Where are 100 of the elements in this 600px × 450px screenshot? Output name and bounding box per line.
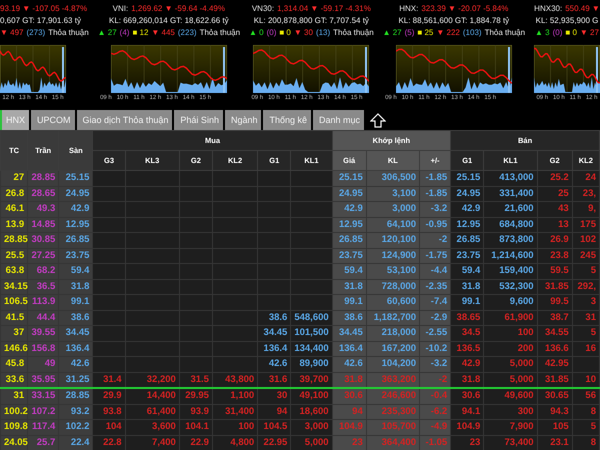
table-cell: 548,600 [290, 310, 332, 326]
tab[interactable]: Danh mục [313, 110, 364, 130]
index-name: HNX30: [534, 3, 562, 15]
volume-text: 0,607 GT: 17,901.63 tỷ [0, 15, 81, 27]
table-cell: 5,000 [484, 356, 538, 372]
table-cell: 136.6 [537, 341, 572, 356]
table-cell: 94 [332, 404, 366, 420]
tab[interactable]: Phái Sinh [174, 110, 223, 130]
table-cell: 4,800 [212, 435, 258, 450]
index-value: ▼ 27 [580, 27, 599, 39]
table-cell: 684,800 [484, 217, 538, 232]
tab[interactable]: HNX [0, 110, 30, 130]
table-cell: 3,600 [125, 420, 180, 435]
table-cell: 413,000 [484, 170, 538, 186]
table-cell: 42.6 [58, 356, 93, 372]
table-cell: 30.6 [450, 388, 484, 404]
table-cell: 53,100 [366, 264, 420, 279]
table-cell: 1,214,600 [484, 248, 538, 264]
table-cell: -2.9 [419, 310, 451, 326]
table-cell: 105,700 [366, 420, 420, 435]
table-cell: 3 [572, 294, 600, 310]
table-cell: -0.95 [419, 217, 451, 232]
table-cell: 146.6 [0, 341, 28, 356]
table-cell: 35.95 [28, 372, 59, 388]
advance-count: ▲ 27 [382, 27, 402, 39]
table-cell: -3.2 [419, 356, 451, 372]
table-cell: 34.55 [537, 326, 572, 341]
table-cell: 14.85 [28, 217, 59, 232]
table-cell: 16 [572, 341, 600, 356]
table-cell: 136.5 [450, 341, 484, 356]
tab[interactable]: Ngành [224, 110, 262, 130]
table-cell: 31.5 [179, 372, 212, 388]
index-name: VN30: [252, 3, 274, 15]
table-cell: 7,900 [484, 420, 538, 435]
table-cell: 120,100 [366, 232, 420, 248]
table-cell: 44.4 [28, 310, 59, 326]
table-cell: 12.95 [332, 217, 366, 232]
table-cell: 26.85 [450, 232, 484, 248]
table-cell: 33.15 [28, 388, 59, 404]
table-cell: 107.2 [28, 404, 59, 420]
table-cell: 38.6 [332, 310, 366, 326]
table-cell: 200 [484, 341, 538, 356]
table-cell: -6.2 [419, 404, 451, 420]
table-cell: 156.8 [28, 341, 59, 356]
table-cell: 94 [258, 404, 291, 420]
table-cell: 64,100 [366, 217, 420, 232]
volume-text: KL: 669,260,014 GT: 18,622.66 tỷ [109, 15, 229, 27]
table-cell: -2 [419, 372, 451, 388]
table-cell: 31.8 [450, 279, 484, 294]
index-value: 1,314.04 ▼ -59.17 -4.31% [277, 3, 371, 15]
table-cell: 31.4 [92, 372, 126, 388]
tab[interactable]: Giao dịch Thỏa thuận [76, 110, 172, 130]
tab[interactable]: UPCOM [31, 110, 75, 130]
ceiling-count: (5) [404, 27, 414, 39]
table-cell: 31.8 [332, 372, 366, 388]
table-cell: 28.65 [28, 186, 59, 202]
table-cell: 532,300 [484, 279, 538, 294]
table-cell: 42.9 [332, 202, 366, 217]
table-cell: 100.2 [0, 404, 28, 420]
table-cell: 42.6 [332, 356, 366, 372]
table-cell: 23.75 [332, 248, 366, 264]
unchanged-count: ■ 12 [132, 27, 148, 39]
table-cell: 73,400 [484, 435, 538, 450]
table-cell: 117.4 [28, 420, 59, 435]
up-arrow-icon[interactable] [370, 112, 386, 128]
index-name: HNX: [399, 3, 418, 15]
table-cell: 25.7 [28, 435, 59, 450]
table-cell: 31 [0, 388, 28, 404]
table-cell: 38.7 [537, 310, 572, 326]
table-cell: 63.8 [0, 264, 28, 279]
table-cell: 24.95 [58, 186, 93, 202]
table-cell: 3,000 [366, 202, 420, 217]
table-cell: 124,900 [366, 248, 420, 264]
table-cell: 94.1 [450, 404, 484, 420]
index-value: ▼ 497 [0, 27, 24, 39]
table-cell: 29.9 [92, 388, 126, 404]
table-cell: 306,500 [366, 170, 420, 186]
table-cell: 3,000 [290, 420, 332, 435]
table-cell: 31 [572, 310, 600, 326]
table-cell: 29.95 [179, 388, 212, 404]
table-cell: 175 [572, 217, 600, 232]
advance-count: ▲ 27 [98, 27, 117, 39]
table-cell: 109.8 [0, 420, 28, 435]
table-cell: 113.9 [28, 294, 59, 310]
index-value: 1,269.62 ▼ -59.64 -4.49% [131, 3, 225, 15]
table-cell: 99.5 [537, 294, 572, 310]
table-cell: 23.75 [450, 248, 484, 264]
intraday-chart [534, 45, 600, 93]
table-cell: 218,000 [366, 326, 420, 341]
agreement-label: Thỏa thuận [200, 27, 240, 39]
table-cell: 9,600 [484, 294, 538, 310]
table-cell: 30 [258, 388, 291, 404]
table-cell: 235,300 [366, 404, 420, 420]
tab[interactable]: Thống kê [263, 110, 312, 130]
table-cell: 31,400 [212, 404, 258, 420]
table-cell: 23.1 [537, 435, 572, 450]
table-cell: 246,600 [366, 388, 420, 404]
table-cell: 12.95 [58, 217, 93, 232]
table-cell: 104 [92, 420, 126, 435]
table-cell: 49 [28, 356, 59, 372]
